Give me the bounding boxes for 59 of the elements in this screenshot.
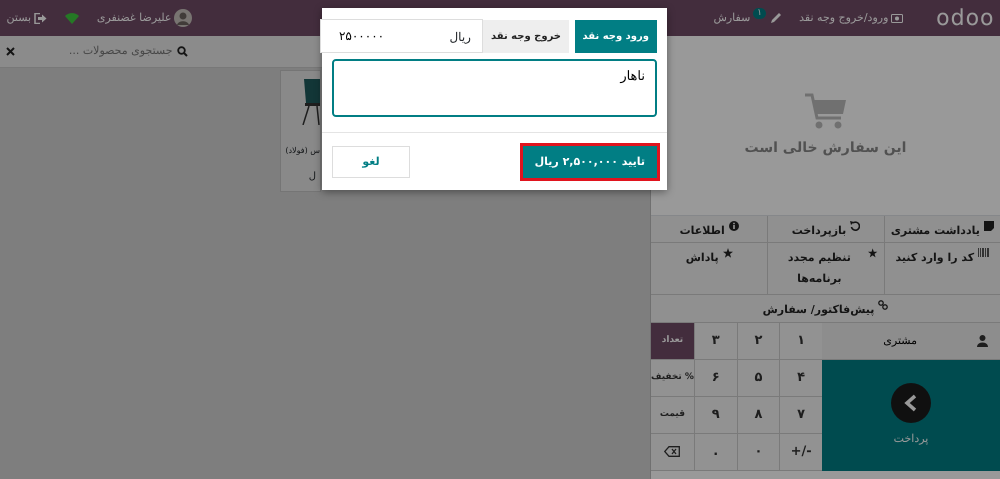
backspace-button[interactable] [651,434,694,471]
mode-button[interactable]: تعداد [651,323,694,360]
logo: odoo [936,4,994,32]
search-field[interactable]: جستجوی محصولات ... [54,42,174,61]
numpad-key[interactable]: ۶ [694,360,737,397]
numpad-key[interactable]: ۵ [736,360,780,397]
cancel-button[interactable]: لغو [332,146,410,178]
numpad-key[interactable]: ۰ [736,434,780,471]
info-icon [728,221,739,231]
undo-icon [850,221,860,231]
pencil-icon [768,11,783,25]
numpad-key[interactable]: . [694,434,737,471]
customer-button[interactable]: مشتری [822,323,1000,360]
star-icon [722,248,733,258]
numpad-key[interactable]: ۲ [736,323,780,360]
cash-in-out-link[interactable]: ورود/خروج وجه نقد [799,10,904,26]
barcode-icon [978,248,990,257]
link-icon [878,300,888,310]
numpad-key[interactable]: ۷ [779,397,822,434]
action-button[interactable]: بازپرداخت [767,216,884,243]
product-card[interactable]: س (فولاد) ل [280,70,321,192]
confirm-button[interactable]: تایید ۲,۵۰۰,۰۰۰ ریال [522,146,657,178]
avatar-icon [174,9,192,27]
backspace-icon [664,446,680,458]
numpad-key[interactable]: ۸ [736,397,780,434]
action-button[interactable]: کد را وارد کنید [884,243,1000,295]
reason-field[interactable]: ناهار [332,58,657,116]
close-button[interactable]: بستن [6,8,48,28]
currency-label: ریال [449,29,471,46]
mode-button[interactable]: قیمت [651,397,694,434]
numpad-key[interactable]: ۴ [779,360,822,397]
search-icon [177,46,188,57]
cash-icon [891,14,904,22]
empty-order-message: این سفارش خالی است [744,138,906,158]
numpad-key[interactable]: -/+ [779,434,822,471]
numpad-key[interactable]: ۹ [694,397,737,434]
action-button[interactable]: تنظیم مجدد برنامه‌ها [767,243,884,295]
cash-type-tab[interactable]: ورود وجه نقد [574,20,657,52]
payment-button[interactable]: پرداخت [822,360,1000,471]
star-icon [868,248,878,258]
product-name: س (فولاد) [284,145,320,157]
cash-type-tab[interactable]: خروج وجه نقد [482,20,569,52]
orders-count-badge: ۱ [753,8,766,20]
numpad-key[interactable]: ۳ [694,323,737,360]
action-button[interactable]: یادداشت مشتری [884,216,1000,243]
close-icon[interactable] [6,47,14,56]
action-button[interactable]: پاداش [651,243,768,295]
action-button[interactable]: اطلاعات [651,216,768,243]
chevron-icon [891,383,931,424]
note-icon [984,221,994,231]
user-icon [977,335,988,347]
product-price: ل [308,170,317,184]
proforma-button[interactable]: پیش‌فاکتور/ سفارش [651,295,1000,323]
exit-icon [34,12,47,24]
numpad-key[interactable]: ۱ [779,323,822,360]
orders-link[interactable]: ۱ سفارش [713,10,783,26]
mode-button[interactable]: % تخفیف [651,360,694,397]
user-name: علیرضا غضنفری [96,10,172,26]
wifi-icon [64,12,80,24]
